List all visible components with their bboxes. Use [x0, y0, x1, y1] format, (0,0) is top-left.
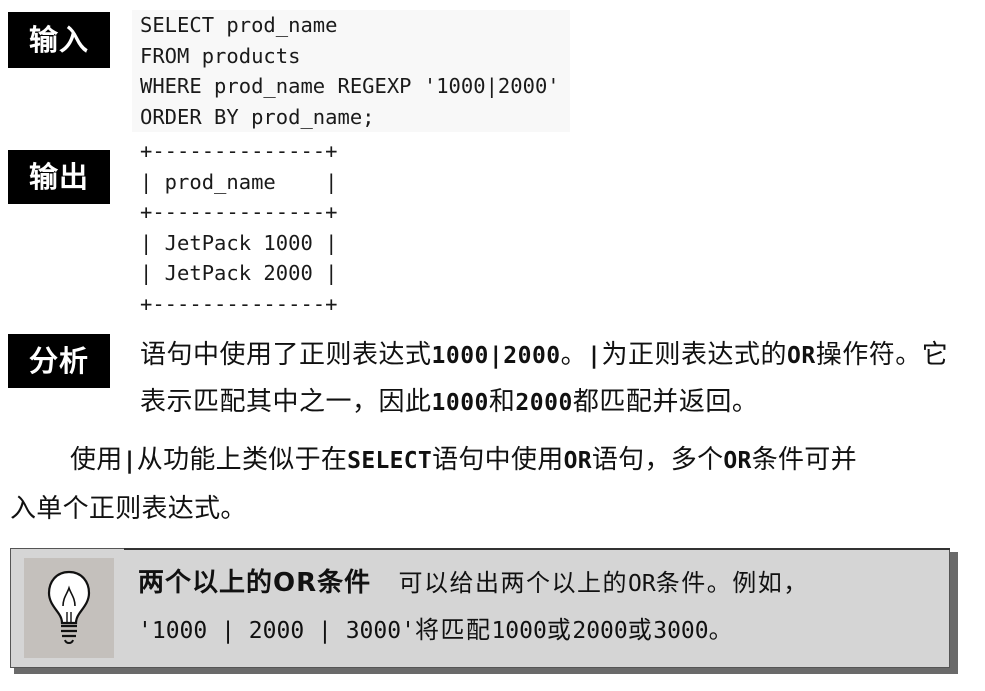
sql-code-block: SELECT prod_name FROM products WHERE prod_… — [140, 10, 560, 132]
tip-icon-panel — [24, 558, 114, 658]
output-line: | prod_name | — [140, 169, 338, 194]
paragraph-text-segment: 从功能上类似于在 — [136, 445, 348, 475]
output-line: +--------------+ — [140, 139, 338, 163]
analysis-text-segment: 为正则表达式的 — [601, 340, 788, 370]
code-line: SELECT prod_name — [140, 13, 338, 37]
analysis-text: 语句中使用了正则表达式1000|2000。|为正则表达式的OR操作符。它表示匹配… — [140, 332, 970, 426]
paragraph-code-segment: OR — [563, 448, 592, 474]
analysis-code-segment: OR — [787, 343, 816, 369]
paragraph-code-segment: | — [122, 448, 137, 474]
analysis-text-segment: 语句中使用了正则表达式 — [140, 340, 432, 370]
tip-text-segment: 将匹配 — [414, 616, 492, 644]
tip-text-segment: 或 — [627, 616, 654, 644]
analysis-text-segment: 和 — [488, 387, 516, 417]
tip-code-segment: 1000 — [491, 618, 547, 644]
analysis-code-segment: | — [587, 343, 602, 369]
analysis-label: 分析 — [8, 334, 110, 388]
body-paragraph: 使用|从功能上类似于在SELECT语句中使用OR语句，多个OR条件可并 入单个正… — [10, 436, 970, 533]
analysis-code-segment: 1000 — [431, 390, 489, 416]
tip-divider — [124, 548, 950, 550]
tip-title-segment: 条件 — [317, 568, 372, 598]
tip-text-segment: 可以给出两个以上的 — [398, 569, 629, 597]
tip-text-segment: 或 — [546, 616, 573, 644]
code-line: WHERE prod_name REGEXP '1000|2000' — [140, 74, 560, 98]
paragraph-text-segment: 语句，多个 — [591, 445, 724, 475]
output-line: +--------------+ — [140, 291, 338, 316]
output-line: | JetPack 2000 | — [140, 261, 338, 285]
tip-title-segment: OR — [273, 568, 318, 598]
tip-code-segment: OR — [628, 571, 656, 597]
paragraph-code-segment: SELECT — [347, 448, 433, 474]
tip-text-segment: 条件。例如， — [655, 569, 809, 597]
analysis-text-segment: 都匹配并返回。 — [572, 387, 759, 417]
output-line: | JetPack 1000 | — [140, 230, 338, 255]
analysis-code-segment: 2000 — [515, 390, 573, 416]
paragraph-text-segment: 语句中使用 — [432, 445, 564, 475]
output-line: +--------------+ — [140, 200, 338, 224]
tip-code-segment: 2000 — [572, 618, 628, 644]
lightbulb-icon — [47, 570, 91, 644]
tip-title: 两个以上的OR条件 — [138, 568, 371, 598]
tip-text: 两个以上的OR条件 可以给出两个以上的OR条件。例如， '1000 | 2000 … — [138, 560, 938, 654]
paragraph-line: 入单个正则表达式。 — [10, 494, 247, 524]
code-line: FROM products — [140, 43, 301, 68]
paragraph-text-segment: 使用 — [70, 445, 123, 475]
code-line: ORDER BY prod_name; — [140, 104, 375, 129]
tip-text-segment: 。 — [708, 616, 735, 644]
paragraph-text-segment: 条件可并 — [751, 445, 857, 475]
tip-code-segment: 3000 — [653, 618, 709, 644]
analysis-code-segment: 1000|2000 — [431, 343, 561, 369]
output-label: 输出 — [8, 150, 110, 204]
paragraph-code-segment: OR — [723, 448, 752, 474]
paragraph-line: 使用|从功能上类似于在SELECT语句中使用OR语句，多个OR条件可并 — [10, 436, 970, 485]
output-table: +--------------+ | prod_name | +----------… — [140, 136, 337, 319]
analysis-text-segment: 。 — [560, 340, 588, 370]
tip-title-segment: 两个以上的 — [138, 568, 274, 598]
input-label: 输入 — [8, 12, 110, 68]
tip-code-segment: '1000 | 2000 | 3000' — [138, 618, 415, 644]
